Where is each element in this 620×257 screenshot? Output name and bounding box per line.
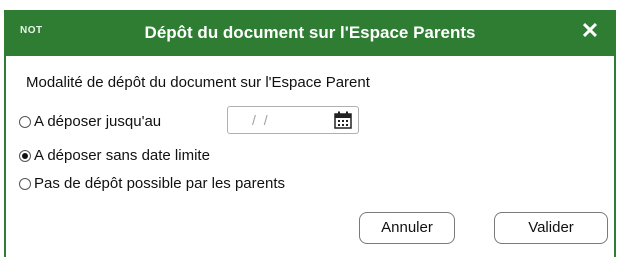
option-no-deadline[interactable]: A déposer sans date limite xyxy=(19,147,210,164)
section-label: Modalité de dépôt du document sur l'Espa… xyxy=(26,74,370,91)
deposit-dialog: NOT Dépôt du document sur l'Espace Paren… xyxy=(4,10,616,257)
dialog-title: Dépôt du document sur l'Espace Parents xyxy=(144,23,476,42)
date-input[interactable]: / / xyxy=(227,106,359,134)
option-label: A déposer sans date limite xyxy=(34,147,210,164)
option-label: Pas de dépôt possible par les parents xyxy=(34,175,285,192)
radio-button[interactable] xyxy=(19,115,31,128)
option-label: A déposer jusqu'au xyxy=(34,113,162,130)
cancel-button[interactable]: Annuler xyxy=(359,212,455,244)
option-no-parent-deposit[interactable]: Pas de dépôt possible par les parents xyxy=(19,175,285,192)
dialog-titlebar: NOT Dépôt du document sur l'Espace Paren… xyxy=(6,10,614,56)
calendar-icon[interactable] xyxy=(334,111,352,129)
option-deposit-until-date[interactable]: A déposer jusqu'au xyxy=(19,113,161,130)
date-value: / / xyxy=(252,112,270,128)
validate-button[interactable]: Valider xyxy=(494,212,608,244)
radio-button-checked[interactable] xyxy=(19,149,31,162)
close-icon[interactable]: ✕ xyxy=(578,19,602,43)
radio-button[interactable] xyxy=(19,177,31,190)
